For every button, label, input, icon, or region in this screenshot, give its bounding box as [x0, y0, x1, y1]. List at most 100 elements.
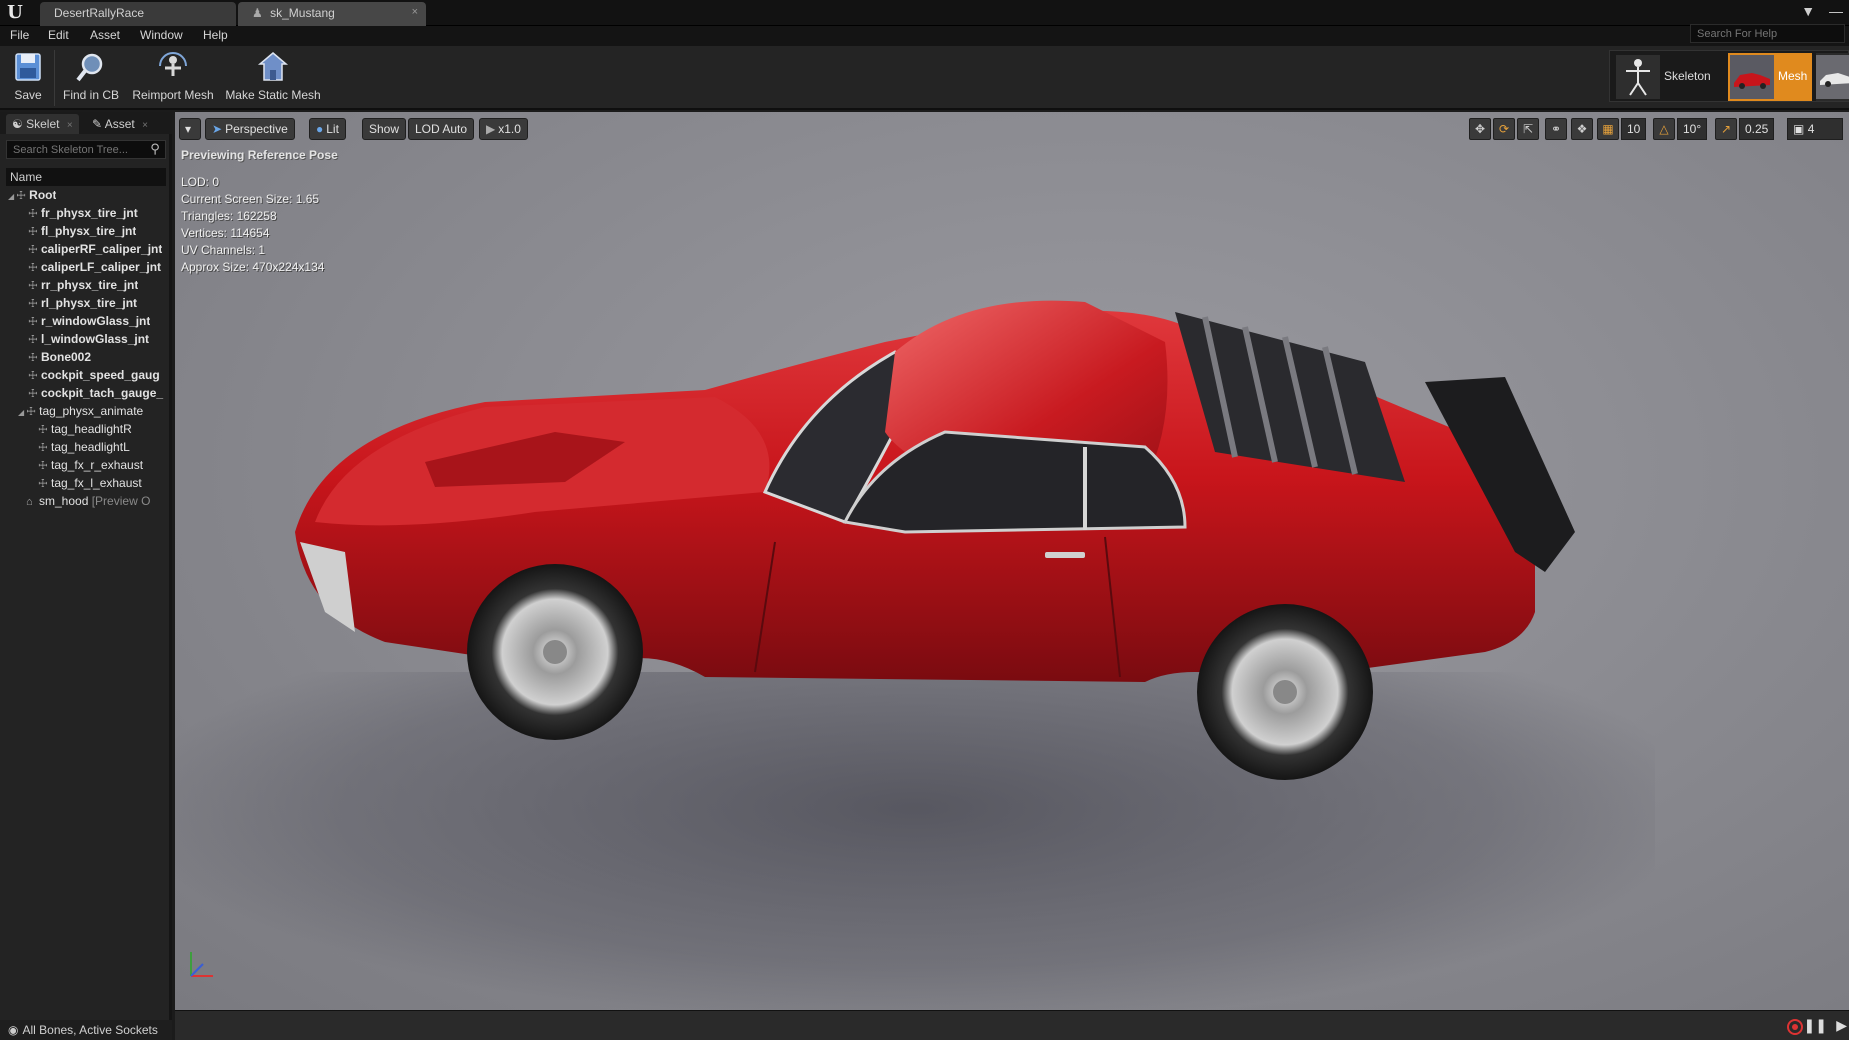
menu-help[interactable]: Help: [203, 28, 228, 42]
tree-item-label: tag_headlightR: [51, 422, 132, 436]
translate-icon[interactable]: ✥: [1469, 118, 1491, 140]
skeleton-search-input[interactable]: [6, 140, 166, 159]
grid-snap-value[interactable]: 10: [1621, 118, 1647, 140]
tree-item-label: l_windowGlass_jnt: [41, 332, 150, 346]
mesh-mode-label: Mesh: [1778, 69, 1808, 83]
animation-mode-button[interactable]: [1816, 53, 1849, 101]
playback-speed-button[interactable]: ▶ x1.0: [479, 118, 528, 140]
make-static-mesh-button[interactable]: Make Static Mesh: [224, 48, 322, 108]
viewport-options-dropdown[interactable]: ▾: [179, 118, 201, 140]
window-controls[interactable]: ▼ —: [1801, 3, 1843, 19]
tree-item[interactable]: ☩ caliperLF_caliper_jnt: [28, 260, 161, 277]
tree-item-label: Root: [29, 188, 57, 202]
collapse-arrow-icon[interactable]: ◢: [8, 192, 14, 201]
step-forward-button[interactable]: ▶: [1836, 1017, 1847, 1034]
find-in-cb-icon: [76, 53, 103, 82]
rotate-icon[interactable]: ⟳: [1493, 118, 1515, 140]
record-button[interactable]: [1787, 1019, 1803, 1035]
help-search-input[interactable]: [1690, 24, 1845, 43]
asset-details-icon: ✎: [92, 117, 103, 131]
notification-icon[interactable]: ▼: [1801, 3, 1815, 19]
skeleton-mode-button[interactable]: Skeleton: [1616, 53, 1726, 101]
tree-item-label: sm_hood: [39, 494, 89, 508]
skeleton-tree-icon: ☯: [12, 117, 23, 131]
tree-item-label: cockpit_tach_gauge_: [41, 386, 164, 400]
tree-item[interactable]: ☩ fl_physx_tire_jnt: [28, 224, 136, 241]
tree-item[interactable]: ☩ tag_headlightR: [38, 422, 132, 439]
tree-item[interactable]: ☩ fr_physx_tire_jnt: [28, 206, 138, 223]
lod-button[interactable]: LOD Auto: [408, 118, 475, 140]
tab-asset-details[interactable]: ✎ Asset ×: [86, 114, 154, 134]
asset-mode-switcher: Skeleton Mesh: [1609, 50, 1849, 102]
menu-asset[interactable]: Asset: [90, 28, 120, 42]
tree-item-root[interactable]: ◢ ☩ Root: [8, 188, 56, 205]
rotation-snap-icon[interactable]: △: [1653, 118, 1675, 140]
scale-snap-value[interactable]: 0.25: [1739, 118, 1775, 140]
close-tab-icon[interactable]: ×: [67, 120, 73, 131]
tree-item[interactable]: ☩ rr_physx_tire_jnt: [28, 278, 138, 295]
skeleton-tree-panel: ☯ Skelet × ✎ Asset × ⚲ Name ◢☩Root ☩fr_p…: [0, 112, 172, 1040]
scale-icon[interactable]: ⇱: [1517, 118, 1539, 140]
bone-filter-button[interactable]: ◉ All Bones, Active Sockets: [0, 1020, 172, 1040]
tree-item-label: fr_physx_tire_jnt: [41, 206, 138, 220]
pause-button[interactable]: ❚❚: [1804, 1017, 1827, 1034]
viewport[interactable]: ▾ ➤ Perspective ● Lit Show LOD Auto ▶ x1.0 …: [175, 112, 1849, 1010]
surface-snap-icon[interactable]: ❖: [1571, 118, 1593, 140]
save-label: Save: [14, 88, 42, 102]
mesh-mode-button[interactable]: Mesh: [1728, 53, 1812, 101]
tree-item[interactable]: ☩ Bone002: [28, 350, 91, 367]
tab-label: sk_Mustang: [270, 6, 335, 20]
tree-item-label: fl_physx_tire_jnt: [41, 224, 137, 238]
lit-button[interactable]: ● Lit: [309, 118, 346, 140]
close-tab-icon[interactable]: ×: [142, 120, 148, 131]
perspective-button[interactable]: ➤ Perspective: [205, 118, 295, 140]
bone-filter-label: All Bones, Active Sockets: [22, 1023, 158, 1037]
reimport-mesh-button[interactable]: Reimport Mesh: [130, 48, 216, 108]
tab-skeleton-tree[interactable]: ☯ Skelet ×: [6, 114, 79, 134]
perspective-label: Perspective: [225, 122, 288, 136]
bone-icon: ☩: [28, 298, 38, 310]
rotation-snap-value[interactable]: 10°: [1677, 118, 1708, 140]
minimize-icon[interactable]: —: [1829, 3, 1843, 19]
tab-label: DesertRallyRace: [54, 6, 145, 20]
collapse-arrow-icon[interactable]: ◢: [18, 408, 24, 417]
menu-window[interactable]: Window: [140, 28, 183, 42]
show-button[interactable]: Show: [362, 118, 407, 140]
main-toolbar: Save Find in CB Reimport Mesh Make Stati…: [0, 46, 1849, 110]
save-button[interactable]: Save: [6, 48, 50, 108]
playback-bar: ❚❚ ▶: [175, 1010, 1849, 1040]
menu-file[interactable]: File: [10, 28, 29, 42]
scale-snap-icon[interactable]: ↗: [1715, 118, 1737, 140]
static-mesh-icon: [257, 52, 289, 81]
tree-item[interactable]: ☩ r_windowGlass_jnt: [28, 314, 150, 331]
tree-item-sm-hood[interactable]: ⌂ sm_hood [Preview O: [26, 494, 170, 511]
tree-item[interactable]: ☩ tag_fx_r_exhaust: [38, 458, 143, 475]
world-local-icon[interactable]: ⚭: [1545, 118, 1567, 140]
bone-icon: ☩: [28, 388, 38, 400]
tree-item[interactable]: ☩ caliperRF_caliper_jnt: [28, 242, 162, 259]
tree-item[interactable]: ☩ tag_headlightL: [38, 440, 130, 457]
tree-item[interactable]: ◢ ☩ tag_physx_animate: [18, 404, 143, 421]
name-column-header[interactable]: Name: [6, 168, 166, 186]
tree-item[interactable]: ☩ tag_fx_l_exhaust: [38, 476, 142, 493]
grid-snap-icon[interactable]: ▦: [1597, 118, 1619, 140]
tree-item[interactable]: ☩ rl_physx_tire_jnt: [28, 296, 137, 313]
tab-sk-mustang[interactable]: ♟ sk_Mustang ×: [238, 2, 426, 26]
stat-vertices: Vertices: 114654: [181, 226, 270, 240]
menu-edit[interactable]: Edit: [48, 28, 69, 42]
bone-icon: ☩: [28, 208, 38, 220]
close-tab-icon[interactable]: ×: [412, 6, 418, 18]
tree-item[interactable]: ☩ cockpit_tach_gauge_: [28, 386, 170, 403]
tree-item-label: tag_physx_animate: [39, 404, 144, 418]
skeleton-mode-label: Skeleton: [1664, 69, 1711, 83]
tree-item[interactable]: ☩ l_windowGlass_jnt: [28, 332, 149, 349]
camera-speed-button[interactable]: ▣ 4: [1787, 118, 1843, 140]
bone-icon: ☩: [28, 244, 38, 256]
tab-desertrallyrace[interactable]: DesertRallyRace: [40, 2, 236, 26]
tree-item-label: tag_headlightL: [51, 440, 130, 454]
find-in-cb-button[interactable]: Find in CB: [58, 48, 124, 108]
stat-lod: LOD: 0: [181, 175, 220, 189]
stat-uv-channels: UV Channels: 1: [181, 243, 266, 257]
search-icon[interactable]: ⚲: [146, 141, 164, 158]
tree-item[interactable]: ☩ cockpit_speed_gaug: [28, 368, 170, 385]
